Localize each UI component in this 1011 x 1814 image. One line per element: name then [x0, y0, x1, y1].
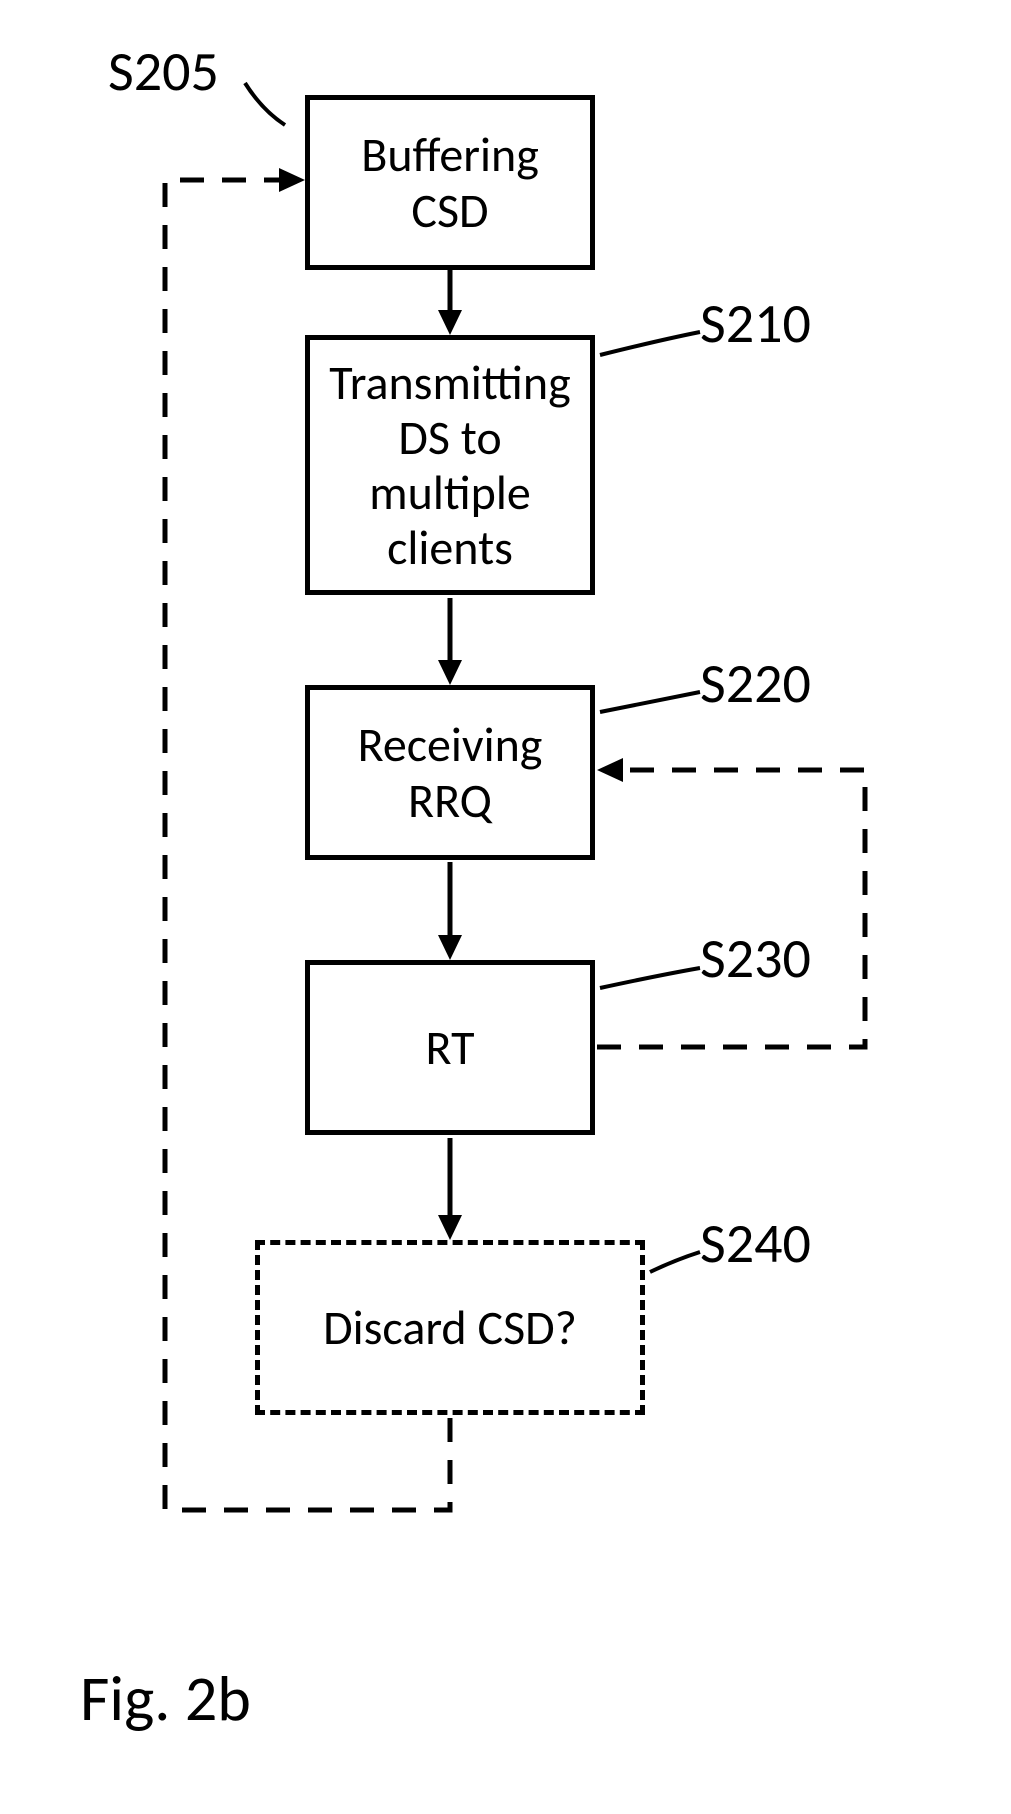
node-s230: RT — [305, 960, 595, 1135]
figure-caption: Fig. 2b — [80, 1660, 251, 1738]
arrowhead-s220-s230 — [438, 935, 462, 960]
arrowhead-s230-s240 — [438, 1215, 462, 1240]
node-s205: Buffering CSD — [305, 95, 595, 270]
arrowhead-s210-s220 — [438, 660, 462, 685]
arrowhead-s205-s210 — [438, 310, 462, 335]
label-s210: S210 — [700, 290, 811, 358]
lead-s230 — [600, 968, 700, 988]
lead-s205 — [245, 83, 285, 125]
node-s220-text: Receiving RRQ — [318, 717, 582, 827]
node-s230-text: RT — [426, 1020, 475, 1075]
node-s205-text: Buffering CSD — [318, 127, 582, 237]
lead-s220 — [600, 692, 700, 712]
node-s220: Receiving RRQ — [305, 685, 595, 860]
label-s240: S240 — [700, 1210, 811, 1278]
lead-s210 — [600, 332, 700, 355]
label-s230: S230 — [700, 925, 811, 993]
label-s205: S205 — [108, 38, 219, 106]
node-s210: Transmitting DS to multiple clients — [305, 335, 595, 595]
lead-s240 — [650, 1252, 700, 1272]
edge-s230-s220-loop — [597, 770, 865, 1047]
arrowhead-s230-s220-loop — [597, 758, 623, 782]
arrowhead-s240-s205-loop — [279, 168, 305, 192]
node-s240-text: Discard CSD? — [323, 1300, 577, 1355]
node-s240: Discard CSD? — [255, 1240, 645, 1415]
flowchart-canvas: S205 S210 S220 S230 S240 Buffering CSD T… — [0, 0, 1011, 1814]
node-s210-text: Transmitting DS to multiple clients — [318, 355, 582, 576]
label-s220: S220 — [700, 650, 811, 718]
connectors-overlay — [0, 0, 1011, 1814]
